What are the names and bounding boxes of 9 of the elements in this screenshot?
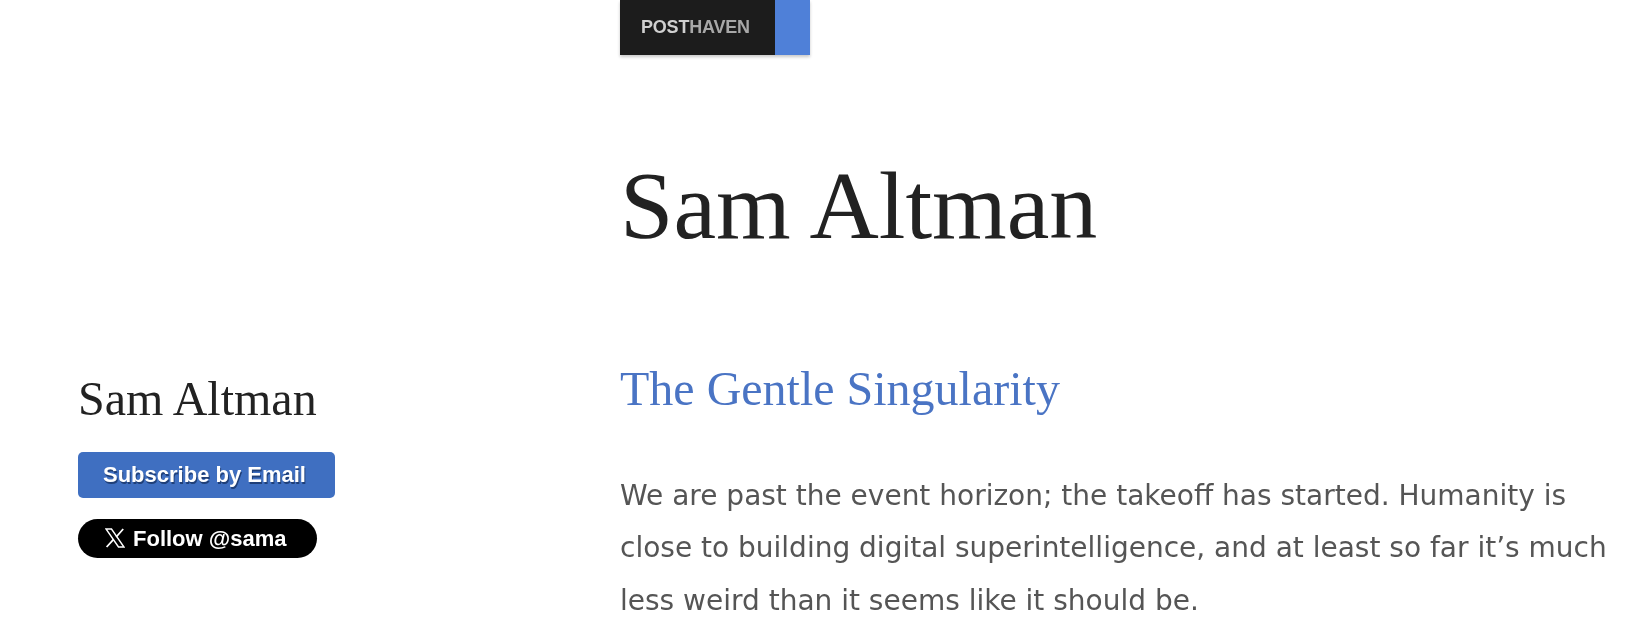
author-name: Sam Altman xyxy=(78,371,318,427)
subscribe-button[interactable]: Subscribe by Email xyxy=(78,451,335,498)
post-title-link[interactable]: The Gentle Singularity xyxy=(620,360,1060,418)
x-mark-icon xyxy=(105,528,125,549)
post-excerpt: We are past the event horizon; the takeoff has started. Humanity is close to building digital superintelligence, and at least so far it’s much less weird than it seems like it should be. xyxy=(620,477,1608,619)
bar-toggle[interactable] xyxy=(775,0,810,55)
posthaven-logo[interactable]: POSTHAVEN xyxy=(620,0,775,55)
follow-button[interactable]: Follow @sama xyxy=(78,518,318,558)
site-title: Sam Altman xyxy=(620,158,1099,254)
